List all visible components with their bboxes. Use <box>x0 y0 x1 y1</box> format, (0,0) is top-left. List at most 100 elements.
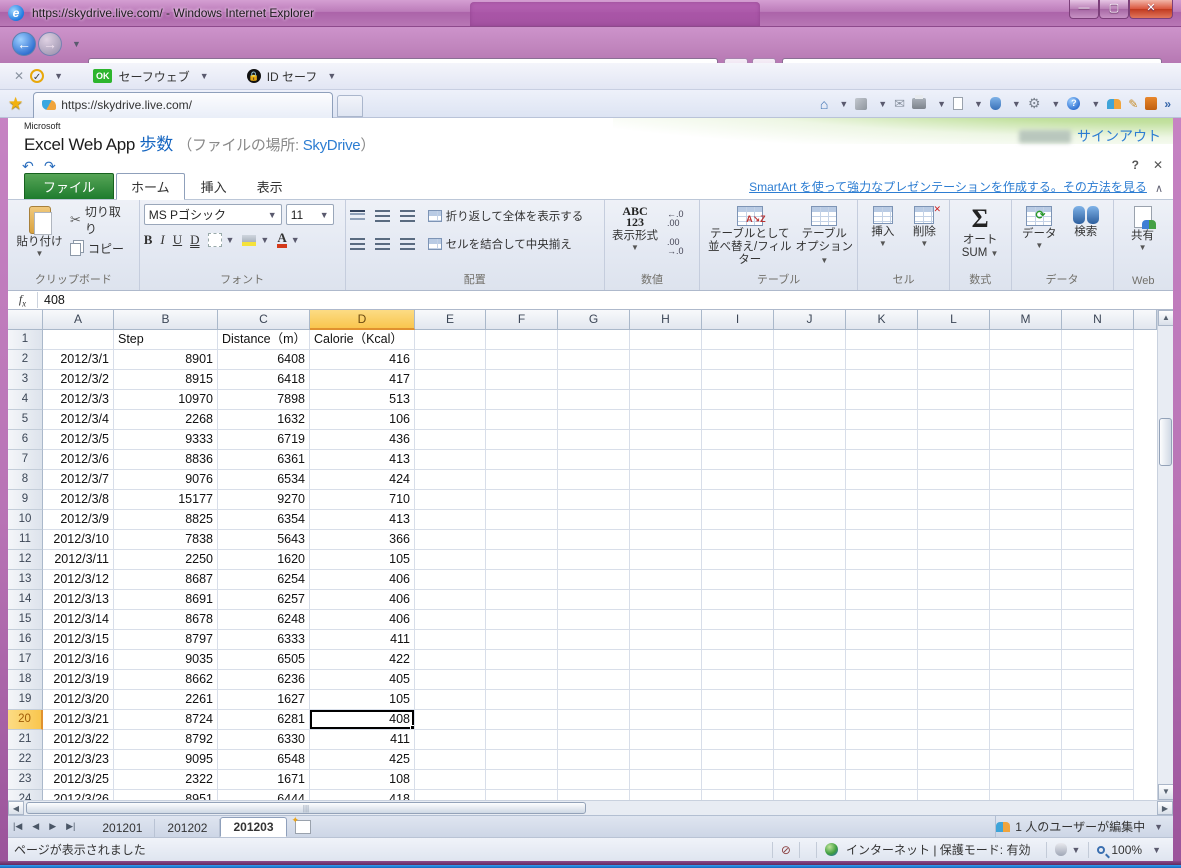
idsafe-lock-icon[interactable]: 🔒 <box>247 69 261 83</box>
cell-C23[interactable]: 1671 <box>218 770 310 790</box>
cell-C13[interactable]: 6254 <box>218 570 310 590</box>
cell-L20[interactable] <box>918 710 990 730</box>
cell-A14[interactable]: 2012/3/13 <box>43 590 114 610</box>
cell-L2[interactable] <box>918 350 990 370</box>
cell-L4[interactable] <box>918 390 990 410</box>
cell-L15[interactable] <box>918 610 990 630</box>
cell-N10[interactable] <box>1062 510 1134 530</box>
cell-H9[interactable] <box>630 490 702 510</box>
cell-I2[interactable] <box>702 350 774 370</box>
safety-dropdown-icon[interactable]: ▼ <box>1012 99 1021 109</box>
idsafe-dropdown-icon[interactable]: ▼ <box>327 71 336 81</box>
cell-D21[interactable]: 411 <box>310 730 415 750</box>
cell-E6[interactable] <box>415 430 486 450</box>
cell-H11[interactable] <box>630 530 702 550</box>
cell-D23[interactable]: 108 <box>310 770 415 790</box>
row-header-18[interactable]: 18 <box>8 670 43 690</box>
cell-M3[interactable] <box>990 370 1062 390</box>
cell-C11[interactable]: 5643 <box>218 530 310 550</box>
cell-H2[interactable] <box>630 350 702 370</box>
cell-G16[interactable] <box>558 630 630 650</box>
cell-E5[interactable] <box>415 410 486 430</box>
column-header-E[interactable]: E <box>415 310 486 330</box>
bold-button[interactable]: B <box>144 232 153 248</box>
cell-J10[interactable] <box>774 510 846 530</box>
cell-J9[interactable] <box>774 490 846 510</box>
cell-B24[interactable]: 8951 <box>114 790 218 800</box>
cell-M4[interactable] <box>990 390 1062 410</box>
cell-A18[interactable]: 2012/3/19 <box>43 670 114 690</box>
cell-M22[interactable] <box>990 750 1062 770</box>
idsafe-label[interactable]: ID セーフ <box>267 68 318 85</box>
cell-F6[interactable] <box>486 430 558 450</box>
font-size-select[interactable]: 11▼ <box>286 204 334 225</box>
cell-A21[interactable]: 2012/3/22 <box>43 730 114 750</box>
row-header-20[interactable]: 20 <box>8 710 43 730</box>
cell-E21[interactable] <box>415 730 486 750</box>
cell-G20[interactable] <box>558 710 630 730</box>
cell-D24[interactable]: 418 <box>310 790 415 800</box>
cell-I19[interactable] <box>702 690 774 710</box>
row-header-10[interactable]: 10 <box>8 510 43 530</box>
cell-F21[interactable] <box>486 730 558 750</box>
cell-H16[interactable] <box>630 630 702 650</box>
merge-center-button[interactable]: セルを結合して中央揃え <box>425 234 575 254</box>
cell-F20[interactable] <box>486 710 558 730</box>
cell-I21[interactable] <box>702 730 774 750</box>
redo-icon[interactable]: ↷ <box>44 158 56 174</box>
cell-D18[interactable]: 405 <box>310 670 415 690</box>
prev-sheet-icon[interactable]: ◀ <box>27 821 44 832</box>
cell-J15[interactable] <box>774 610 846 630</box>
cell-E9[interactable] <box>415 490 486 510</box>
cell-F11[interactable] <box>486 530 558 550</box>
cell-G10[interactable] <box>558 510 630 530</box>
cell-J2[interactable] <box>774 350 846 370</box>
cell-D4[interactable]: 513 <box>310 390 415 410</box>
cell-L9[interactable] <box>918 490 990 510</box>
blog-icon[interactable]: ✎ <box>1128 97 1138 111</box>
tab-home[interactable]: ホーム <box>116 173 185 200</box>
column-header-H[interactable]: H <box>630 310 702 330</box>
cell-N1[interactable] <box>1062 330 1134 350</box>
browser-tab[interactable]: https://skydrive.live.com/ <box>33 92 333 118</box>
double-underline-button[interactable]: D <box>190 232 199 248</box>
cell-B23[interactable]: 2322 <box>114 770 218 790</box>
safeweb-label[interactable]: セーフウェブ <box>118 68 189 85</box>
cell-N11[interactable] <box>1062 530 1134 550</box>
cell-I15[interactable] <box>702 610 774 630</box>
cell-E3[interactable] <box>415 370 486 390</box>
cell-J21[interactable] <box>774 730 846 750</box>
cell-A1[interactable] <box>43 330 114 350</box>
paste-button[interactable]: 貼り付け▼ <box>12 204 67 269</box>
column-header-A[interactable]: A <box>43 310 114 330</box>
italic-button[interactable]: I <box>160 232 164 248</box>
cell-L12[interactable] <box>918 550 990 570</box>
cell-A12[interactable]: 2012/3/11 <box>43 550 114 570</box>
cell-J13[interactable] <box>774 570 846 590</box>
cell-J17[interactable] <box>774 650 846 670</box>
row-header-3[interactable]: 3 <box>8 370 43 390</box>
history-dropdown-icon[interactable]: ▼ <box>72 39 81 49</box>
cell-C21[interactable]: 6330 <box>218 730 310 750</box>
cell-E2[interactable] <box>415 350 486 370</box>
align-right-icon[interactable] <box>400 238 415 250</box>
cell-M17[interactable] <box>990 650 1062 670</box>
align-center-icon[interactable] <box>375 238 390 250</box>
more-commands-icon[interactable]: » <box>1164 97 1171 111</box>
cell-G24[interactable] <box>558 790 630 800</box>
cell-M10[interactable] <box>990 510 1062 530</box>
column-header-J[interactable]: J <box>774 310 846 330</box>
cell-J11[interactable] <box>774 530 846 550</box>
cell-K11[interactable] <box>846 530 918 550</box>
cell-D1[interactable]: Calorie（Kcal） <box>310 330 415 350</box>
cell-L5[interactable] <box>918 410 990 430</box>
community-icon[interactable] <box>1107 99 1121 109</box>
cell-E18[interactable] <box>415 670 486 690</box>
cell-K6[interactable] <box>846 430 918 450</box>
tab-view[interactable]: 表示 <box>243 174 297 199</box>
cell-H17[interactable] <box>630 650 702 670</box>
last-sheet-icon[interactable]: ▶| <box>61 821 80 832</box>
cell-B4[interactable]: 10970 <box>114 390 218 410</box>
cell-G14[interactable] <box>558 590 630 610</box>
cell-M15[interactable] <box>990 610 1062 630</box>
